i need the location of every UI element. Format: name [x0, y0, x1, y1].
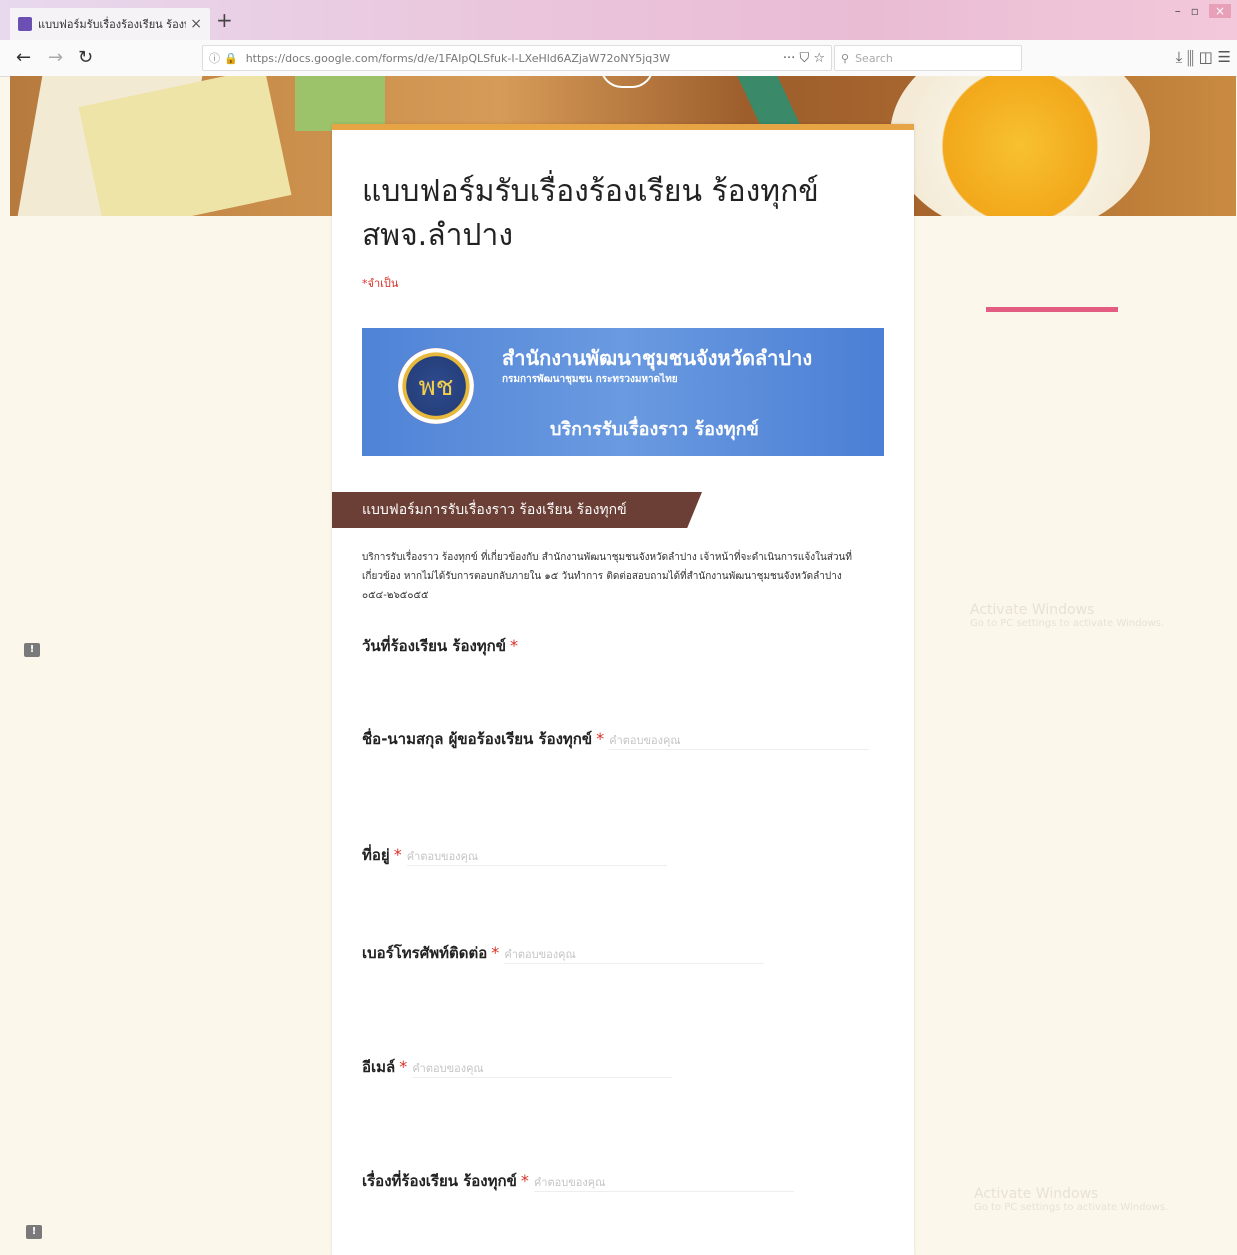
required-star: *: [491, 943, 500, 962]
form-card: แบบฟอร์มรับเรื่องร้องเรียน ร้องทุกข์ สพจ…: [332, 124, 914, 1255]
info-icon[interactable]: ⓘ: [209, 50, 220, 66]
question-address: ที่อยู่ *: [362, 828, 882, 867]
question-complaint-subject: เรื่องที่ร้องเรียน ร้องทุกข์ *: [362, 1154, 882, 1193]
question-label: เบอร์โทรศัพท์ติดต่อ: [362, 944, 488, 962]
browser-tab-bar: แบบฟอร์มรับเรื่องร้องเรียน ร้องท × + – ▫…: [0, 0, 1237, 40]
question-label: อีเมล์: [362, 1058, 396, 1076]
full-name-input[interactable]: [609, 732, 870, 750]
section-header: แบบฟอร์มการรับเรื่องราว ร้องเรียน ร้องทุ…: [332, 492, 702, 528]
phone-input[interactable]: [504, 946, 765, 964]
feedback-icon[interactable]: !: [24, 643, 40, 657]
coffee-cup-decoration: [890, 76, 1150, 216]
watermark-title: Activate Windows: [974, 1186, 1099, 1202]
form-title: แบบฟอร์มรับเรื่องร้องเรียน ร้องทุกข์ สพจ…: [362, 174, 819, 253]
forward-arrow-icon[interactable]: →: [48, 47, 63, 68]
required-star: *: [596, 729, 605, 748]
complaint-subject-input[interactable]: [533, 1174, 794, 1192]
close-window-button[interactable]: ×: [1208, 4, 1231, 18]
required-star: *: [399, 1057, 408, 1076]
activate-windows-watermark: Activate Windows Go to PC settings to ac…: [970, 602, 1164, 629]
required-note: *จำเป็น: [362, 277, 399, 290]
minimize-button[interactable]: –: [1175, 4, 1181, 18]
logo-title: สำนักงานพัฒนาชุมชนจังหวัดลำปาง: [502, 346, 813, 370]
question-phone: เบอร์โทรศัพท์ติดต่อ *: [362, 926, 882, 965]
lock-icon: 🔒: [224, 51, 238, 65]
question-label: เรื่องที่ร้องเรียน ร้องทุกข์: [362, 1172, 517, 1190]
watermark-subtitle: Go to PC settings to activate Windows.: [970, 618, 1165, 629]
question-email: อีเมล์ *: [362, 1040, 882, 1079]
reload-icon[interactable]: ↻: [78, 47, 93, 68]
feedback-icon[interactable]: !: [26, 1225, 42, 1239]
maximize-button[interactable]: ▫: [1191, 4, 1199, 18]
address-input[interactable]: [406, 848, 667, 866]
question-label: ชื่อ-นามสกุล ผู้ขอร้องเรียน ร้องทุกข์: [362, 730, 593, 748]
question-label: ที่อยู่: [362, 846, 390, 864]
tab-title: แบบฟอร์มรับเรื่องร้องเรียน ร้องท: [38, 18, 187, 31]
url-text[interactable]: https://docs.google.com/forms/d/e/1FAIpQ…: [246, 52, 777, 65]
question-complaint-date: วันที่ร้องเรียน ร้องทุกข์ *: [362, 634, 882, 658]
logo-subtitle: กรมการพัฒนาชุมชน กระทรวงมหาดไทย: [502, 374, 678, 385]
new-tab-button[interactable]: +: [216, 10, 233, 30]
browser-tab[interactable]: แบบฟอร์มรับเรื่องร้องเรียน ร้องท ×: [10, 8, 210, 40]
emblem-icon: พช: [398, 348, 474, 424]
watermark-title: Activate Windows: [970, 602, 1095, 618]
activate-windows-watermark: Activate Windows Go to PC settings to ac…: [974, 1186, 1168, 1213]
address-bar[interactable]: ⓘ 🔒 https://docs.google.com/forms/d/e/1F…: [202, 45, 832, 71]
window-controls: – ▫ ×: [1175, 4, 1231, 18]
question-label: วันที่ร้องเรียน ร้องทุกข์: [362, 637, 507, 655]
forms-favicon-icon: [18, 17, 32, 31]
logo-service-text: บริการรับเรื่องราว ร้องทุกข์: [550, 419, 759, 440]
required-star: *: [393, 845, 402, 864]
toolbar-icons[interactable]: ⤓ ⫼ ◫ ☰: [1176, 48, 1231, 66]
search-placeholder: Search: [855, 51, 893, 65]
required-star: *: [520, 1171, 529, 1190]
watermark-subtitle: Go to PC settings to activate Windows.: [974, 1202, 1169, 1213]
required-star: *: [510, 636, 519, 655]
green-note-decoration: [295, 76, 385, 131]
email-input[interactable]: [412, 1060, 673, 1078]
section-description: บริการรับเรื่องราว ร้องทุกข์ ที่เกี่ยวข้…: [362, 552, 852, 601]
browser-nav-bar: ← → ↻ ⓘ 🔒 https://docs.google.com/forms/…: [0, 40, 1237, 77]
organization-logo-banner: พช สำนักงานพัฒนาชุมชนจังหวัดลำปาง กรมการ…: [362, 328, 884, 456]
question-full-name: ชื่อ-นามสกุล ผู้ขอร้องเรียน ร้องทุกข์ *: [362, 712, 882, 751]
tab-close-icon[interactable]: ×: [190, 16, 202, 32]
accent-bar: [986, 307, 1118, 312]
page-actions-icons[interactable]: ··· ⛉ ☆: [783, 51, 825, 66]
back-arrow-icon[interactable]: ←: [16, 47, 31, 68]
browser-search-box[interactable]: ⚲ Search: [834, 45, 1022, 71]
mug-decoration: [600, 76, 654, 88]
search-icon: ⚲: [841, 51, 850, 65]
